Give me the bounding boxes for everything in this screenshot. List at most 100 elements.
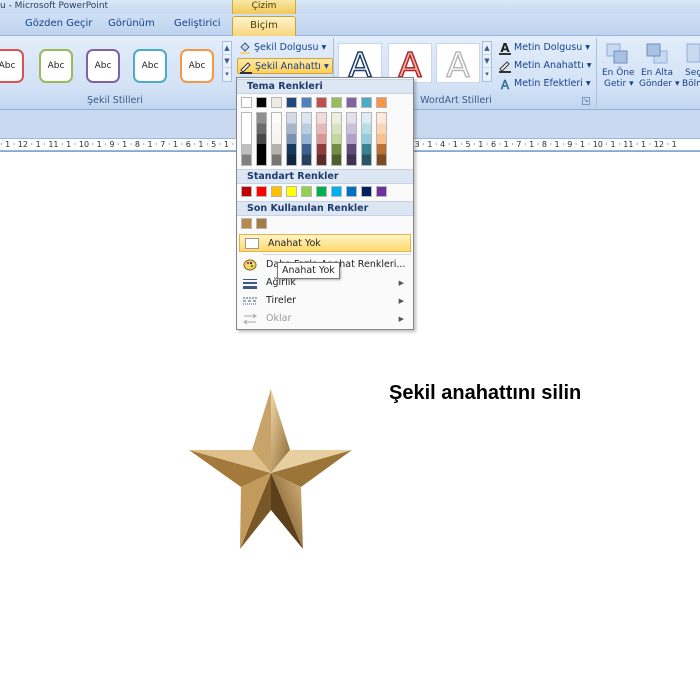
dashes-icon xyxy=(243,297,257,305)
theme-color-shades[interactable] xyxy=(271,112,282,166)
no-outline-swatch-icon xyxy=(245,238,259,249)
more-icon[interactable]: ▾ xyxy=(483,68,491,81)
no-outline-tooltip: Anahat Yok xyxy=(277,262,340,279)
window-title: u - Microsoft PowerPoint xyxy=(0,1,109,11)
text-fill-icon: A xyxy=(499,41,511,55)
arrows-item[interactable]: Oklar ▶ xyxy=(238,310,412,328)
send-to-back-button[interactable]: En Alta xyxy=(641,68,673,79)
paint-bucket-icon xyxy=(240,41,250,54)
shape-outline-button[interactable]: Şekil Anahattı ▾ xyxy=(237,58,333,74)
standard-color-swatch[interactable] xyxy=(301,186,312,197)
scroll-down-icon[interactable]: ▼ xyxy=(223,55,231,68)
theme-color-swatch[interactable] xyxy=(301,97,312,108)
shape-styles-scroll[interactable]: ▲ ▼ ▾ xyxy=(222,41,232,82)
selection-pane-label-2[interactable]: Bölm xyxy=(682,79,700,90)
wordart-style-3[interactable]: A xyxy=(436,43,480,87)
tab-developer[interactable]: Geliştirici xyxy=(174,18,221,29)
standard-color-swatch[interactable] xyxy=(271,186,282,197)
theme-color-shades[interactable] xyxy=(301,112,312,166)
text-fill-button[interactable]: A Metin Dolgusu ▾ xyxy=(498,40,590,56)
group-divider xyxy=(596,38,597,108)
selection-pane-button[interactable]: Seç xyxy=(685,68,700,79)
theme-color-shades[interactable] xyxy=(256,112,267,166)
pen-icon xyxy=(240,61,252,74)
group-label-shape-styles: Şekil Stilleri xyxy=(87,95,143,106)
drawing-tools-context-header: Çizim Araçları xyxy=(232,0,296,24)
theme-color-shades[interactable] xyxy=(376,112,387,166)
shape-style-5[interactable]: Abc xyxy=(180,49,214,83)
theme-color-shades[interactable] xyxy=(286,112,297,166)
bring-to-front-button[interactable]: En Öne xyxy=(602,68,635,79)
dashes-item[interactable]: Tireler ▶ xyxy=(238,292,412,310)
arrows-icon xyxy=(243,313,257,325)
theme-color-swatch[interactable] xyxy=(316,97,327,108)
selection-pane-icon[interactable] xyxy=(685,42,700,66)
svg-text:A: A xyxy=(501,78,510,91)
group-label-wordart-styles: WordArt Stilleri xyxy=(420,95,492,106)
standard-color-swatch[interactable] xyxy=(346,186,357,197)
theme-color-swatch[interactable] xyxy=(346,97,357,108)
tab-format[interactable]: Biçim xyxy=(232,16,296,37)
standard-color-swatch[interactable] xyxy=(331,186,342,197)
wordart-a-white-icon: A xyxy=(446,45,471,87)
scroll-down-icon[interactable]: ▼ xyxy=(483,55,491,68)
color-palette-icon xyxy=(243,259,257,271)
theme-color-swatch[interactable] xyxy=(241,97,252,108)
theme-color-shades[interactable] xyxy=(331,112,342,166)
wordart-scroll[interactable]: ▲ ▼ ▾ xyxy=(482,41,492,82)
standard-color-swatch[interactable] xyxy=(256,186,267,197)
shape-style-2[interactable]: Abc xyxy=(39,49,73,83)
theme-color-swatch[interactable] xyxy=(376,97,387,108)
standard-color-swatch[interactable] xyxy=(316,186,327,197)
theme-color-swatch[interactable] xyxy=(286,97,297,108)
theme-color-swatch[interactable] xyxy=(271,97,282,108)
text-effects-button[interactable]: A Metin Efektleri ▾ xyxy=(498,76,591,92)
theme-color-shades[interactable] xyxy=(316,112,327,166)
text-outline-button[interactable]: Metin Anahattı ▾ xyxy=(498,58,592,74)
title-bar: u - Microsoft PowerPoint xyxy=(0,0,700,14)
star-shape[interactable] xyxy=(189,389,353,551)
submenu-arrow-icon: ▶ xyxy=(398,279,404,287)
recent-color-swatch[interactable] xyxy=(241,218,252,229)
svg-text:A: A xyxy=(446,46,469,82)
recent-color-swatch[interactable] xyxy=(256,218,267,229)
line-weight-icon xyxy=(243,279,257,289)
shape-style-3[interactable]: Abc xyxy=(86,49,120,83)
standard-color-swatch[interactable] xyxy=(376,186,387,197)
wordart-dialog-launcher-icon[interactable]: ↘ xyxy=(582,97,590,105)
standard-color-swatch[interactable] xyxy=(241,186,252,197)
more-icon[interactable]: ▾ xyxy=(223,68,231,81)
text-outline-icon xyxy=(499,60,511,73)
bring-to-front-icon[interactable] xyxy=(605,42,631,66)
send-to-back-label-2[interactable]: Gönder ▾ xyxy=(639,79,680,90)
theme-color-swatch[interactable] xyxy=(331,97,342,108)
scroll-up-icon[interactable]: ▲ xyxy=(223,42,231,55)
standard-color-swatch[interactable] xyxy=(286,186,297,197)
theme-colors-header: Tema Renkleri xyxy=(237,79,413,94)
no-outline-item[interactable]: Anahat Yok xyxy=(239,234,411,252)
theme-color-shades[interactable] xyxy=(241,112,252,166)
standard-colors-header: Standart Renkler xyxy=(237,169,413,184)
tab-view[interactable]: Görünüm xyxy=(108,18,155,29)
standard-color-swatch[interactable] xyxy=(361,186,372,197)
shape-outline-dropdown: Tema Renkleri Standart Renkler Son Kulla… xyxy=(236,77,414,330)
recent-colors-header: Son Kullanılan Renkler xyxy=(237,201,413,216)
theme-color-swatch[interactable] xyxy=(361,97,372,108)
slide-title-text[interactable]: Şekil anahattını silin xyxy=(389,382,581,405)
scroll-up-icon[interactable]: ▲ xyxy=(483,42,491,55)
text-effects-icon: A xyxy=(501,77,511,91)
send-to-back-icon[interactable] xyxy=(645,42,671,66)
theme-color-shades[interactable] xyxy=(346,112,357,166)
theme-color-shades[interactable] xyxy=(361,112,372,166)
ribbon-tabs: Gözden Geçir Görünüm Geliştirici Biçim xyxy=(0,14,700,37)
bring-to-front-label-2[interactable]: Getir ▾ xyxy=(604,79,634,90)
menu-separator xyxy=(263,254,411,255)
shape-style-1[interactable]: Abc xyxy=(0,49,24,83)
theme-color-swatch[interactable] xyxy=(256,97,267,108)
shape-style-4[interactable]: Abc xyxy=(133,49,167,83)
svg-text:A: A xyxy=(500,41,510,55)
submenu-arrow-icon: ▶ xyxy=(398,297,404,305)
submenu-arrow-icon: ▶ xyxy=(398,315,404,323)
tab-review[interactable]: Gözden Geçir xyxy=(25,18,92,29)
shape-fill-button[interactable]: Şekil Dolgusu ▾ xyxy=(238,40,326,56)
